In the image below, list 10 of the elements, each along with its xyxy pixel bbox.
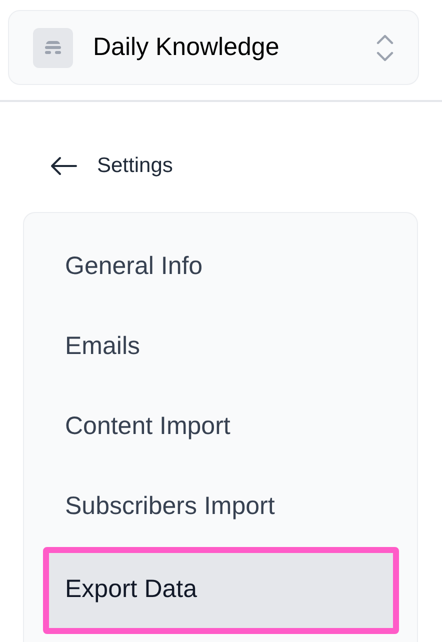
workspace-switcher[interactable]: Daily Knowledge xyxy=(8,10,419,85)
nav-item[interactable]: Export Data xyxy=(43,546,399,634)
nav-item[interactable]: Content Import xyxy=(43,398,399,456)
back-link[interactable]: Settings xyxy=(50,150,173,182)
nav-item[interactable]: Emails xyxy=(43,318,399,376)
workspace-logo-icon xyxy=(33,28,73,68)
chevron-up-down-icon xyxy=(376,34,394,62)
arrow-left-icon xyxy=(50,156,77,176)
nav-item[interactable]: Subscribers Import xyxy=(43,478,399,536)
nav-item[interactable]: General Info xyxy=(43,238,399,296)
